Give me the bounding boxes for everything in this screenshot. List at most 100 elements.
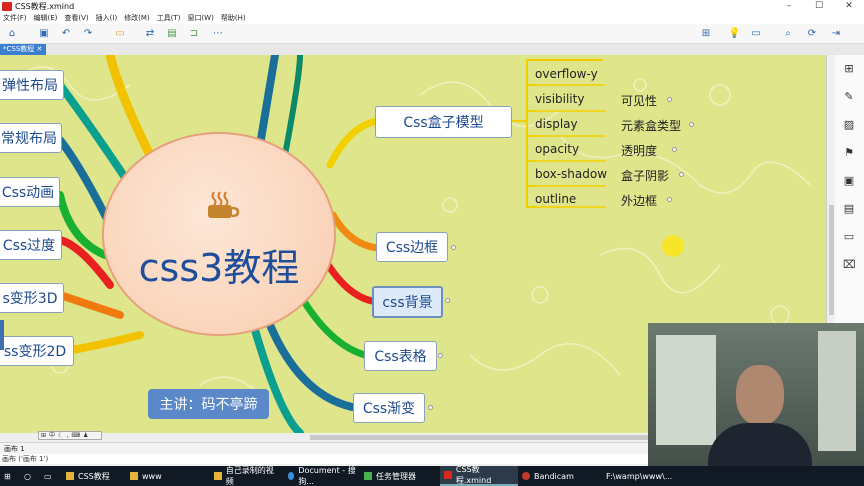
subtopic-box-shadow-note[interactable]: 盒子阴影 bbox=[621, 167, 669, 184]
subtopic-visibility[interactable]: visibility bbox=[535, 92, 584, 106]
ime-mode-icon[interactable]: 中 bbox=[49, 432, 55, 439]
webcam-window bbox=[656, 335, 716, 445]
taskbar-label: 自己录制的视频 bbox=[225, 466, 274, 486]
search-icon[interactable]: ○ bbox=[20, 466, 40, 486]
topic-table[interactable]: Css表格 bbox=[364, 341, 437, 371]
brush-icon[interactable]: ✎ bbox=[843, 91, 855, 103]
topic-gradient[interactable]: Css渐变 bbox=[353, 393, 425, 423]
topic-transform-3d[interactable]: s变形3D bbox=[0, 283, 64, 313]
share-icon[interactable]: ⟳ bbox=[806, 28, 818, 40]
presentation-icon[interactable]: ▭ bbox=[750, 28, 762, 40]
task-view-icon[interactable]: ▭ bbox=[40, 466, 62, 486]
horizontal-scroll-thumb[interactable] bbox=[310, 435, 650, 440]
taskbar-item-xmind[interactable]: CSS教程.xmind bbox=[440, 465, 518, 486]
image-icon[interactable]: ▨ bbox=[843, 119, 855, 131]
title-bar: CSS教程.xmind – ☐ ✕ bbox=[0, 0, 864, 13]
topic-normal-layout[interactable]: 常规布局 bbox=[0, 123, 62, 153]
sheet-tab[interactable]: 画布 1 bbox=[4, 445, 25, 453]
minimize-button[interactable]: – bbox=[774, 0, 804, 13]
subtopic-outline-note[interactable]: 外边框 bbox=[621, 192, 657, 209]
taskbar-item-task-manager[interactable]: 任务管理器 bbox=[360, 466, 440, 486]
menu-window[interactable]: 窗口(W) bbox=[187, 13, 213, 24]
taskbar-item-videos[interactable]: 自己录制的视频 bbox=[210, 466, 284, 486]
flag-icon[interactable]: ⚑ bbox=[843, 147, 855, 159]
person-icon[interactable]: ♟ bbox=[83, 432, 88, 439]
tag-icon[interactable]: ⌧ bbox=[843, 259, 856, 271]
insert-icon[interactable]: ⊞ bbox=[700, 28, 712, 40]
collapse-dot[interactable] bbox=[689, 122, 694, 127]
taskbar-label: CSS教程 bbox=[78, 471, 110, 481]
collapse-dot[interactable] bbox=[667, 97, 672, 102]
comment-icon[interactable]: ▭ bbox=[843, 231, 855, 243]
menu-file[interactable]: 文件(F) bbox=[3, 13, 27, 24]
subtopic-display[interactable]: display bbox=[535, 117, 578, 131]
cursor-highlight bbox=[662, 235, 684, 257]
taskbar-item-bandicam[interactable]: Bandicam bbox=[518, 466, 598, 486]
collapse-dot[interactable] bbox=[428, 405, 433, 410]
collapse-dot[interactable] bbox=[672, 147, 677, 152]
ime-icon[interactable]: ⊞ bbox=[41, 432, 46, 439]
speaker-label[interactable]: 主讲：码不亭蹄 bbox=[148, 389, 269, 419]
more-icon[interactable]: ⋯ bbox=[212, 28, 224, 40]
menu-help[interactable]: 帮助(H) bbox=[221, 13, 246, 24]
xmind-logo-icon bbox=[2, 2, 12, 11]
redo-icon[interactable]: ↷ bbox=[82, 28, 94, 40]
topic-border[interactable]: Css边框 bbox=[376, 232, 448, 262]
relationship-icon[interactable]: ⇄ bbox=[144, 28, 156, 40]
topic-flex-layout[interactable]: 弹性布局 bbox=[0, 70, 64, 100]
taskbar-item-css[interactable]: CSS教程 bbox=[62, 466, 126, 486]
central-topic[interactable]: css3教程 bbox=[102, 132, 336, 336]
collapse-dot[interactable] bbox=[438, 353, 443, 358]
collapse-dot[interactable] bbox=[451, 245, 456, 250]
topic-box-model[interactable]: Css盒子模型 bbox=[375, 106, 512, 138]
taskbar-item-www[interactable]: www bbox=[126, 466, 210, 486]
close-button[interactable]: ✕ bbox=[834, 0, 864, 13]
task-manager-icon bbox=[364, 472, 372, 480]
menu-edit[interactable]: 编辑(E) bbox=[34, 13, 58, 24]
home-icon[interactable]: ⌂ bbox=[6, 28, 18, 40]
maximize-button[interactable]: ☐ bbox=[804, 0, 834, 13]
topic-css-animation[interactable]: Css动画 bbox=[0, 177, 60, 207]
topic-transform-2d[interactable]: ss变形2D bbox=[0, 336, 74, 366]
picture-icon[interactable]: ▣ bbox=[843, 175, 855, 187]
subtopic-box-shadow[interactable]: box-shadow bbox=[535, 167, 607, 181]
vertical-scroll-thumb[interactable] bbox=[829, 205, 834, 315]
folder-icon bbox=[130, 472, 138, 480]
subtopic-overflow-y[interactable]: overflow-y bbox=[535, 67, 598, 81]
comma-icon[interactable]: , bbox=[66, 432, 68, 439]
topic-icon[interactable]: ▭ bbox=[114, 28, 126, 40]
menu-view[interactable]: 查看(V) bbox=[64, 13, 88, 24]
collapse-dot[interactable] bbox=[445, 298, 450, 303]
subtopic-visibility-note[interactable]: 可见性 bbox=[621, 92, 657, 109]
undo-icon[interactable]: ↶ bbox=[60, 28, 72, 40]
menu-tools[interactable]: 工具(T) bbox=[157, 13, 181, 24]
moon-icon[interactable]: ☾ bbox=[58, 432, 63, 439]
collapse-dot[interactable] bbox=[667, 197, 672, 202]
subtopic-opacity[interactable]: opacity bbox=[535, 142, 579, 156]
search-icon[interactable]: ⌕ bbox=[782, 28, 794, 40]
collapse-dot[interactable] bbox=[679, 172, 684, 177]
xmind-icon bbox=[444, 471, 452, 479]
subtopic-opacity-note[interactable]: 透明度 bbox=[621, 142, 657, 159]
taskbar-item-explorer[interactable]: F:\wamp\www\... bbox=[598, 466, 672, 486]
keyboard-icon[interactable]: ⌨ bbox=[71, 432, 80, 439]
export-icon[interactable]: ⇥ bbox=[830, 28, 842, 40]
toolbar: ⌂ ▣ ↶ ↷ ▭ ⇄ ▤ ⊐ ⋯ ⊞ 💡 ▭ ⌕ ⟳ ⇥ bbox=[0, 24, 864, 44]
taskbar-item-browser[interactable]: Document - 搜狗... bbox=[284, 466, 360, 486]
tab-css-tutorial[interactable]: *CSS教程 ✕ bbox=[0, 44, 46, 55]
menu-insert[interactable]: 插入(I) bbox=[96, 13, 118, 24]
subtopic-outline[interactable]: outline bbox=[535, 192, 576, 206]
input-toolbar[interactable]: ⊞ 中 ☾ , ⌨ ♟ bbox=[38, 431, 102, 440]
note-icon[interactable]: ▤ bbox=[843, 203, 855, 215]
boundary-icon[interactable]: ▤ bbox=[166, 28, 178, 40]
grid-icon[interactable]: ⊞ bbox=[843, 63, 855, 75]
menu-modify[interactable]: 修改(M) bbox=[124, 13, 150, 24]
topic-css-transition[interactable]: Css过度 bbox=[0, 230, 62, 260]
lightbulb-icon[interactable]: 💡 bbox=[728, 28, 740, 40]
subtopic-display-note[interactable]: 元素盒类型 bbox=[621, 117, 681, 134]
start-icon[interactable]: ⊞ bbox=[0, 466, 20, 486]
save-icon[interactable]: ▣ bbox=[38, 28, 50, 40]
folder-icon bbox=[214, 472, 222, 480]
topic-background[interactable]: css背景 bbox=[372, 286, 443, 318]
summary-icon[interactable]: ⊐ bbox=[188, 28, 200, 40]
